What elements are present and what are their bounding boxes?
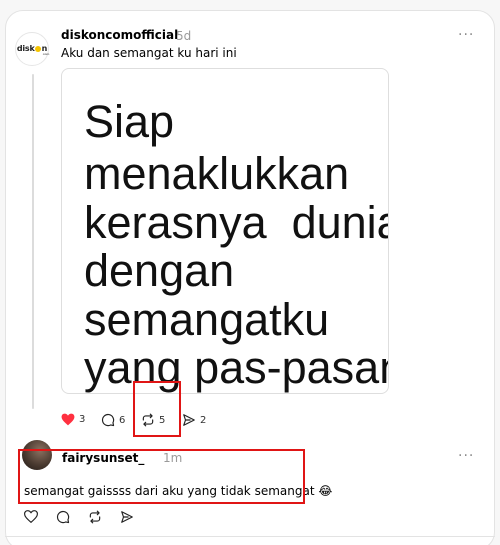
heart-icon — [61, 413, 75, 426]
repost-highlight-box — [133, 381, 181, 437]
share-button[interactable]: 2 — [182, 413, 206, 427]
thread-line — [32, 74, 34, 409]
image-text-line: dengan — [84, 245, 235, 296]
image-text-line: kerasnya dunia — [84, 197, 389, 248]
reply-comment-button[interactable] — [56, 510, 70, 524]
image-text-line: yang pas-pasan. — [84, 342, 389, 393]
diskoncom-logo: disk n com — [16, 44, 50, 56]
image-text-line: menaklukkan — [84, 148, 350, 199]
image-text-line: Siap — [84, 96, 175, 147]
comment-icon — [101, 413, 115, 427]
post-username[interactable]: diskoncomofficial — [61, 28, 178, 42]
post-image[interactable]: Siap menaklukkan kerasnya dunia dengan s… — [61, 68, 389, 394]
share-count: 2 — [200, 414, 207, 426]
share-icon — [183, 414, 195, 426]
reply-repost-button[interactable] — [88, 510, 102, 524]
post-more-icon[interactable]: ··· — [458, 27, 474, 43]
reply-share-button[interactable] — [120, 510, 134, 524]
comment-count: 6 — [119, 414, 126, 426]
like-button[interactable]: 3 — [61, 413, 85, 426]
repost-icon — [89, 510, 101, 524]
heart-icon — [24, 510, 38, 523]
post-caption: Aku dan semangat ku hari ini — [61, 46, 237, 60]
comment-icon — [56, 510, 70, 524]
share-icon — [121, 511, 133, 523]
reply-like-button[interactable] — [24, 510, 38, 523]
divider — [5, 536, 495, 537]
avatar[interactable]: disk n com — [15, 32, 49, 66]
image-text-line: semangatku — [84, 294, 330, 345]
like-count: 3 — [79, 414, 86, 425]
reply-more-icon[interactable]: ··· — [458, 448, 474, 464]
comment-button[interactable]: 6 — [101, 413, 125, 427]
post-timestamp[interactable]: 5d — [176, 29, 191, 43]
reply-highlight-box — [18, 449, 305, 504]
